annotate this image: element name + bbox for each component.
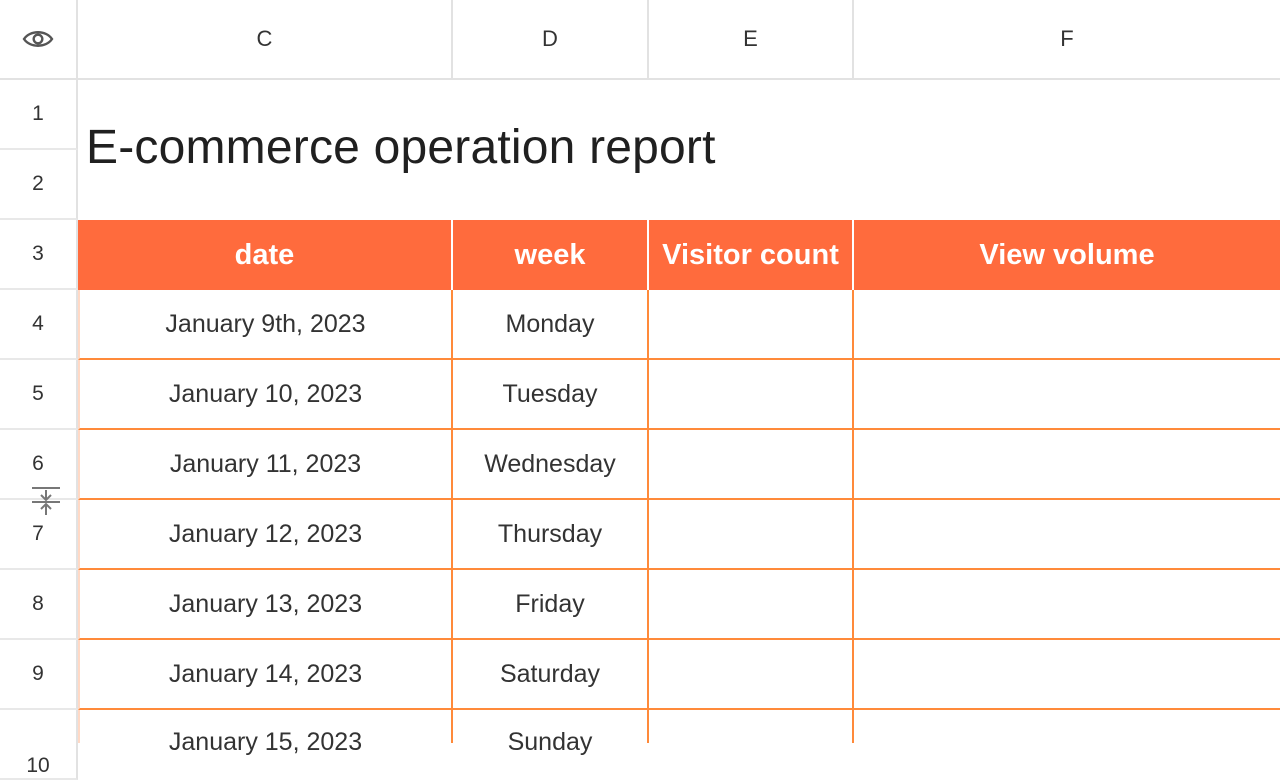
header-cell-visitor-count[interactable]: Visitor count xyxy=(649,220,854,290)
cell-date[interactable]: January 12, 2023 xyxy=(78,500,453,570)
cell-week[interactable]: Sunday xyxy=(453,710,649,756)
sheet-corner[interactable] xyxy=(0,0,78,80)
header-cell-week[interactable]: week xyxy=(453,220,649,290)
cell-date[interactable]: January 10, 2023 xyxy=(78,360,453,430)
row-header-3[interactable]: 3 xyxy=(0,220,78,290)
row-header-9[interactable]: 9 xyxy=(0,640,78,710)
row-header-4[interactable]: 4 xyxy=(0,290,78,360)
cell-week[interactable]: Saturday xyxy=(453,640,649,710)
cell-week[interactable]: Thursday xyxy=(453,500,649,570)
spreadsheet: C D E F 1 2 3 4 5 6 7 8 9 10 E-commerce … xyxy=(0,0,1280,780)
header-cell-date[interactable]: date xyxy=(78,220,453,290)
cell-view-volume[interactable] xyxy=(854,290,1280,360)
cell-visitor-count[interactable] xyxy=(649,290,854,360)
cell-visitor-count[interactable] xyxy=(649,640,854,710)
cell-week[interactable]: Monday xyxy=(453,290,649,360)
cell-visitor-count[interactable] xyxy=(649,570,854,640)
column-header-c[interactable]: C xyxy=(78,0,453,80)
cell-visitor-count[interactable] xyxy=(649,360,854,430)
row-header-10[interactable]: 10 xyxy=(0,710,78,780)
cell-view-volume[interactable] xyxy=(854,500,1280,570)
cell-date[interactable]: January 13, 2023 xyxy=(78,570,453,640)
cell-date[interactable]: January 15, 2023 xyxy=(78,710,453,756)
cell-date[interactable]: January 11, 2023 xyxy=(78,430,453,500)
cell-visitor-count[interactable] xyxy=(649,710,854,743)
cell-visitor-count[interactable] xyxy=(649,500,854,570)
header-cell-view-volume[interactable]: View volume xyxy=(854,220,1280,290)
column-header-d[interactable]: D xyxy=(453,0,649,80)
row-header-5[interactable]: 5 xyxy=(0,360,78,430)
row-header-8[interactable]: 8 xyxy=(0,570,78,640)
cell-view-volume[interactable] xyxy=(854,360,1280,430)
cell-view-volume[interactable] xyxy=(854,430,1280,500)
cell-week[interactable]: Tuesday xyxy=(453,360,649,430)
column-header-e[interactable]: E xyxy=(649,0,854,80)
cell-date[interactable]: January 9th, 2023 xyxy=(78,290,453,360)
cell-week[interactable]: Friday xyxy=(453,570,649,640)
cell-view-volume[interactable] xyxy=(854,710,1280,743)
row-resize-icon[interactable] xyxy=(30,486,62,518)
column-header-f[interactable]: F xyxy=(854,0,1280,80)
cell-visitor-count[interactable] xyxy=(649,430,854,500)
report-title[interactable]: E-commerce operation report xyxy=(86,120,716,175)
cell-view-volume[interactable] xyxy=(854,640,1280,710)
row-header-1[interactable]: 1 xyxy=(0,80,78,150)
row-header-2[interactable]: 2 xyxy=(0,150,78,220)
cell-week[interactable]: Wednesday xyxy=(453,430,649,500)
cell-view-volume[interactable] xyxy=(854,570,1280,640)
eye-icon[interactable] xyxy=(22,28,54,50)
cell-date[interactable]: January 14, 2023 xyxy=(78,640,453,710)
